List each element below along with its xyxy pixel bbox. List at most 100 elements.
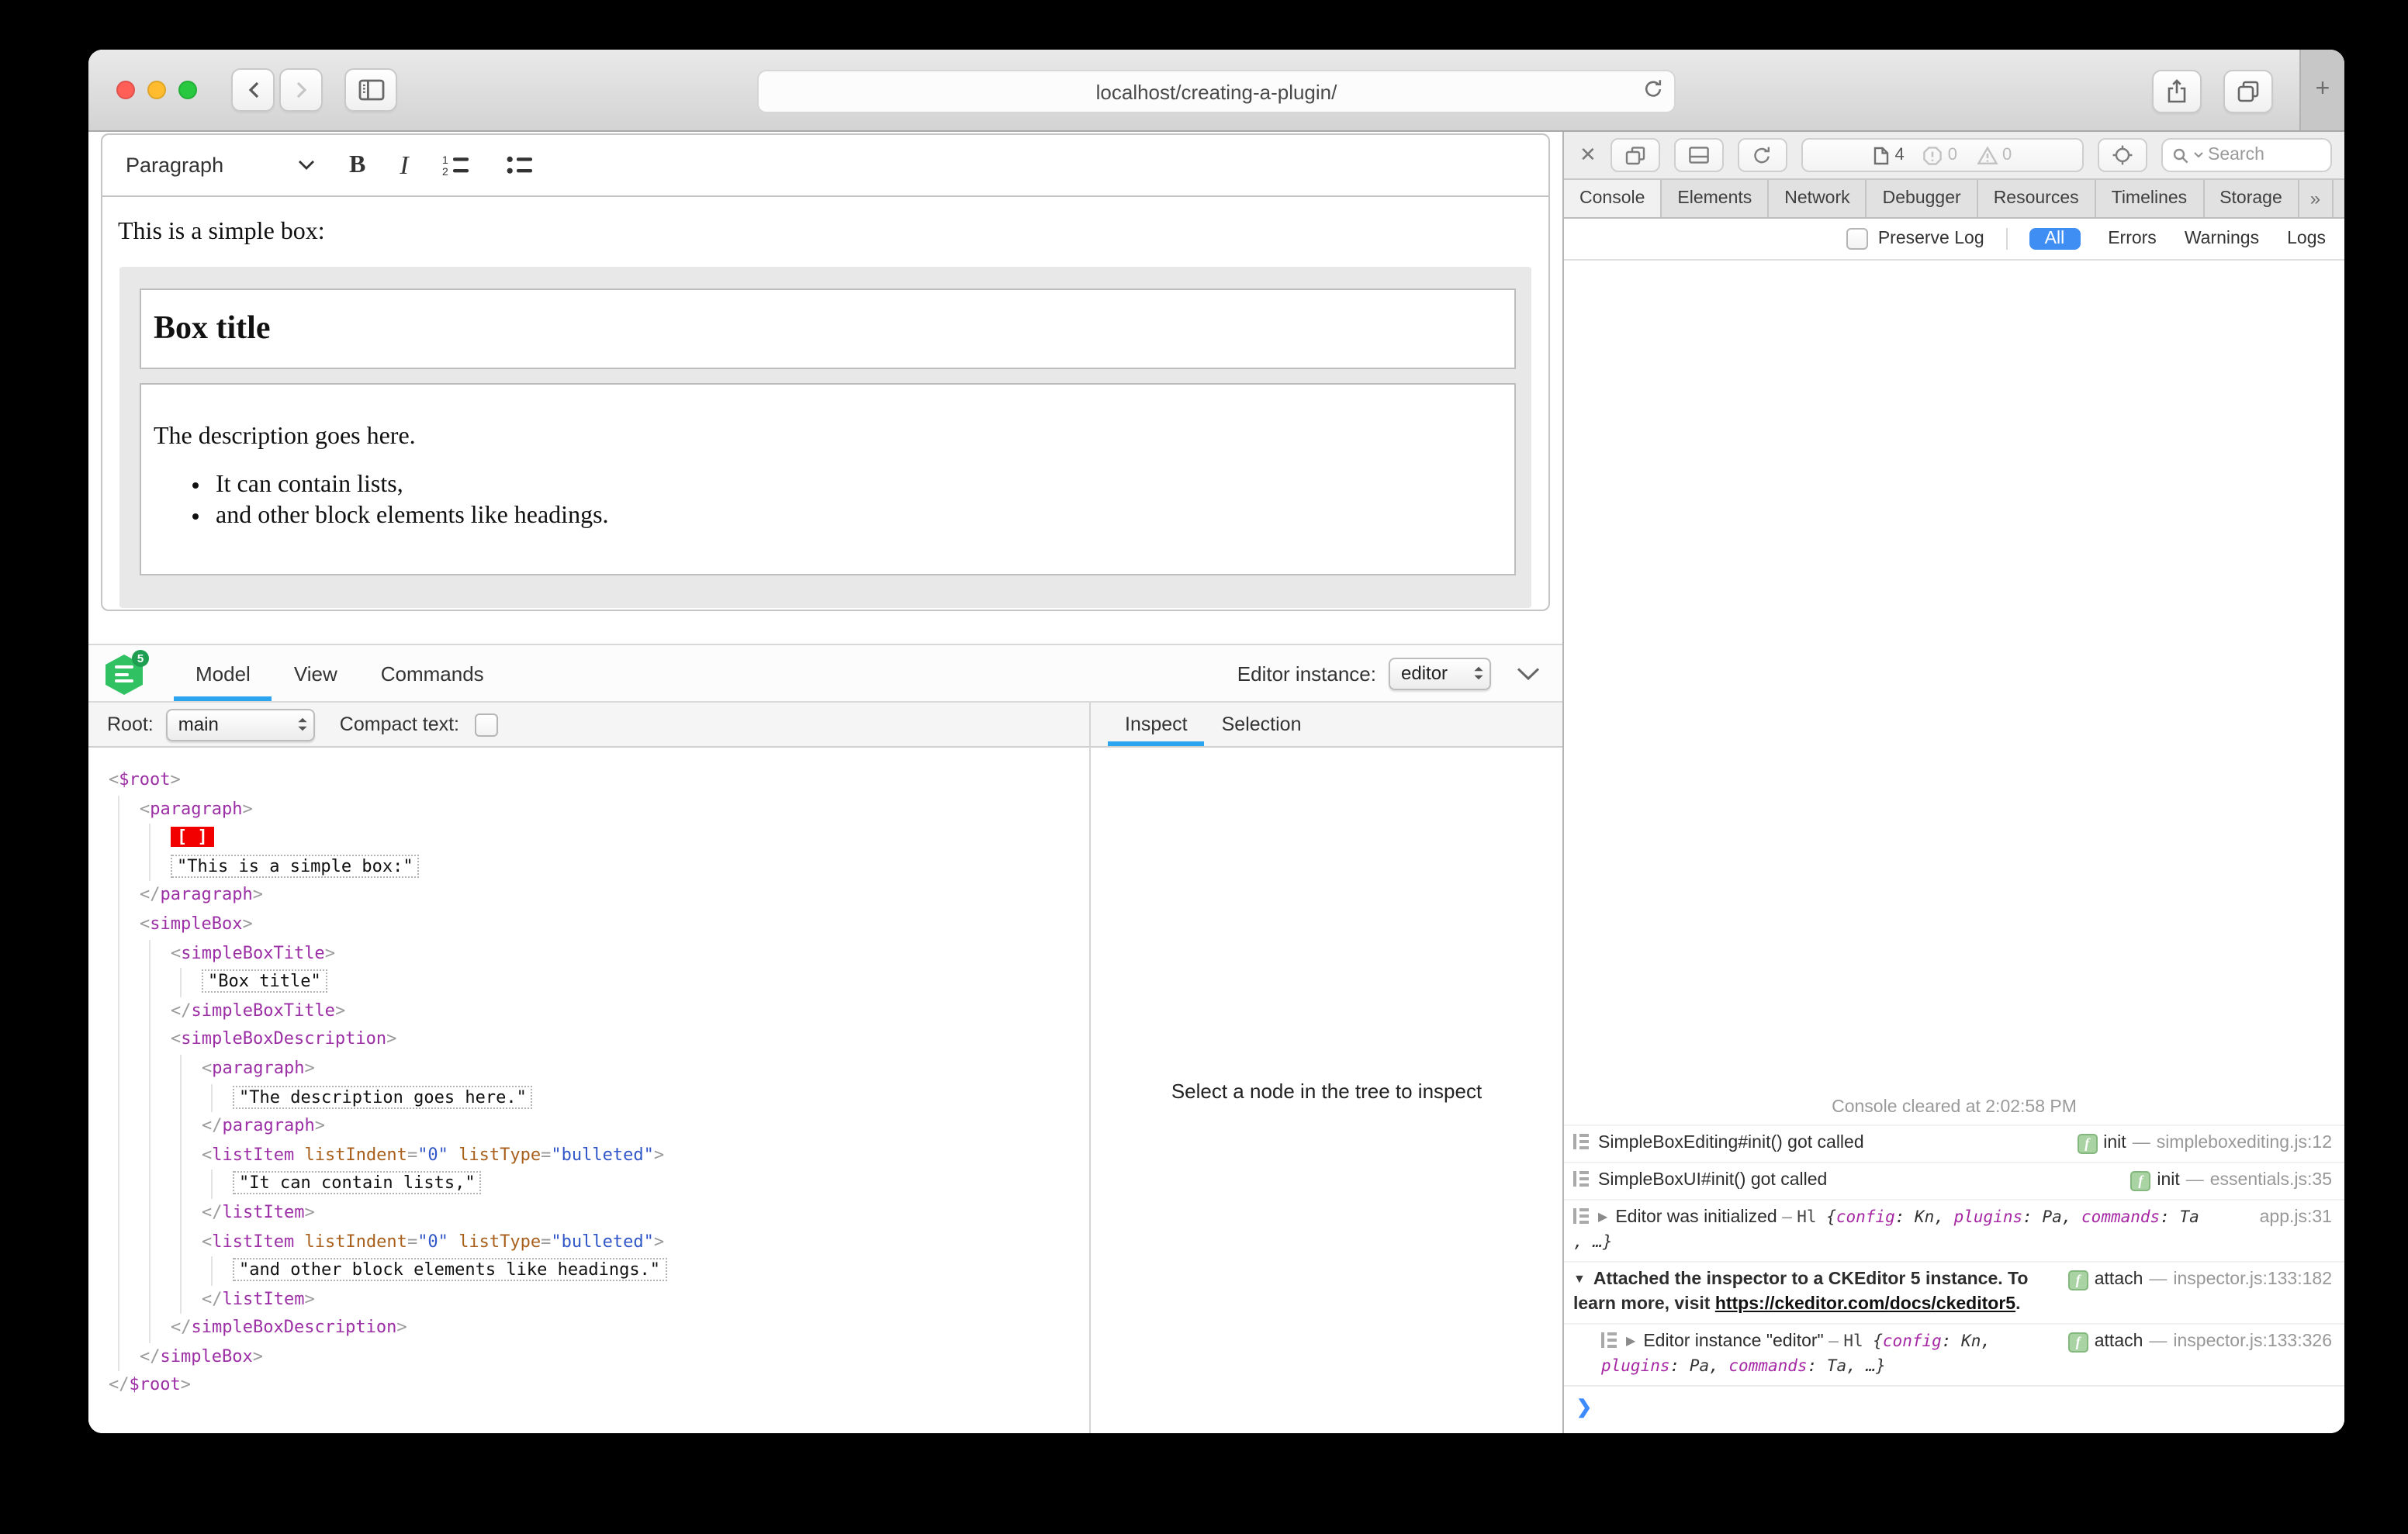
- model-tree-line[interactable]: <simpleBoxDescription>: [88, 1025, 1089, 1055]
- console-message[interactable]: f attach — inspector.js:133:326 ▶ Editor inst…: [1564, 1323, 2344, 1385]
- select-arrows-icon: [1465, 665, 1485, 681]
- simple-box-title-area[interactable]: Box title: [140, 288, 1516, 369]
- italic-icon: I: [400, 150, 409, 179]
- scope-all[interactable]: All: [2029, 228, 2081, 250]
- forward-button[interactable]: [279, 68, 323, 112]
- tab-overview-button[interactable]: [2223, 70, 2273, 113]
- model-tree-line[interactable]: <paragraph>: [88, 795, 1089, 824]
- tab-model[interactable]: Model: [174, 645, 273, 701]
- console-message[interactable]: f init — simpleboxediting.js:12 SimpleBoxEdi…: [1564, 1125, 2344, 1162]
- editor-paragraph[interactable]: This is a simple box:: [118, 219, 1548, 247]
- simple-box-widget[interactable]: Box title The description goes here. It …: [119, 267, 1531, 608]
- scope-warnings[interactable]: Warnings: [2185, 230, 2259, 248]
- source-location-link[interactable]: essentials.js:35: [2210, 1168, 2332, 1193]
- issues-summary-button[interactable]: 4 0 0: [1801, 138, 2084, 172]
- editor-content[interactable]: This is a simple box: Box title The desc…: [102, 219, 1548, 608]
- docs-link[interactable]: https://ckeditor.com/docs/ckeditor5: [1715, 1295, 2015, 1314]
- source-location-link[interactable]: app.js:31: [2260, 1205, 2332, 1230]
- bulleted-list-icon: [507, 154, 536, 177]
- inspector-search-input[interactable]: Search: [2161, 138, 2332, 172]
- numbered-list-button[interactable]: 12: [443, 154, 472, 177]
- undock-button[interactable]: [1610, 138, 1660, 172]
- minimize-window-button[interactable]: [147, 81, 166, 99]
- disclosure-triangle-icon[interactable]: ▶: [1626, 1334, 1635, 1348]
- tab-commands[interactable]: Commands: [359, 645, 506, 701]
- simple-box-description-area[interactable]: The description goes here. It can contai…: [140, 383, 1516, 575]
- reload-icon[interactable]: [1643, 78, 1663, 99]
- model-tree-line[interactable]: "Box title": [88, 968, 1089, 997]
- model-tree-line[interactable]: </simpleBoxTitle>: [88, 997, 1089, 1026]
- list-item[interactable]: and other block elements like headings.: [216, 503, 1514, 530]
- box-description-text[interactable]: The description goes here.: [154, 423, 1514, 451]
- source-location-link[interactable]: simpleboxediting.js:12: [2157, 1131, 2332, 1156]
- model-tree-line[interactable]: <listItem listIndent="0" listType="bulle…: [88, 1228, 1089, 1257]
- model-tree-line[interactable]: <paragraph>: [88, 1054, 1089, 1084]
- console-prompt[interactable]: ❯: [1564, 1385, 2344, 1433]
- model-tree-line[interactable]: <listItem listIndent="0" listType="bulle…: [88, 1141, 1089, 1170]
- model-tree-line[interactable]: </listItem>: [88, 1198, 1089, 1228]
- console-message[interactable]: f init — essentials.js:35 SimpleBoxUI#init()…: [1564, 1162, 2344, 1199]
- model-tree-line[interactable]: "It can contain lists,": [88, 1170, 1089, 1199]
- editor-instance-select[interactable]: editor: [1389, 657, 1491, 689]
- tab-inspect[interactable]: Inspect: [1108, 703, 1206, 746]
- indent-guide: [149, 1141, 171, 1170]
- tab-network[interactable]: Network: [1769, 180, 1867, 217]
- model-tree-line[interactable]: <simpleBox>: [88, 910, 1089, 940]
- source-location-link[interactable]: inspector.js:133:182: [2173, 1267, 2332, 1292]
- model-tree-line[interactable]: [ ]: [88, 824, 1089, 853]
- model-tree-line[interactable]: <$root>: [88, 766, 1089, 795]
- disclosure-triangle-icon[interactable]: ▶: [1598, 1210, 1607, 1224]
- box-title-text[interactable]: Box title: [154, 309, 1514, 347]
- back-button[interactable]: [231, 68, 275, 112]
- indent-guide: [180, 1141, 202, 1170]
- tab-selection[interactable]: Selection: [1205, 703, 1319, 746]
- indent-guide: [180, 1228, 202, 1257]
- model-tree-line[interactable]: "This is a simple box:": [88, 852, 1089, 882]
- close-window-button[interactable]: [116, 81, 135, 99]
- console-scope-bar: All Errors Warnings Logs: [2029, 228, 2326, 250]
- tab-timelines[interactable]: Timelines: [2096, 180, 2205, 217]
- heading-dropdown[interactable]: Paragraph: [126, 154, 315, 177]
- tab-debugger[interactable]: Debugger: [1867, 180, 1978, 217]
- compact-text-checkbox[interactable]: [475, 713, 499, 736]
- new-tab-button[interactable]: +: [2299, 50, 2344, 130]
- dock-to-bottom-button[interactable]: [1673, 138, 1724, 172]
- bold-button[interactable]: B: [349, 151, 365, 179]
- add-tab-icon[interactable]: +: [2333, 180, 2344, 217]
- source-location-link[interactable]: inspector.js:133:326: [2173, 1329, 2332, 1354]
- model-tree-line[interactable]: </paragraph>: [88, 1112, 1089, 1142]
- tab-console[interactable]: Console: [1564, 180, 1662, 217]
- more-tabs-icon[interactable]: »: [2299, 180, 2334, 217]
- model-tree-line[interactable]: </simpleBox>: [88, 1342, 1089, 1372]
- tab-storage[interactable]: Storage: [2204, 180, 2299, 217]
- tab-view[interactable]: View: [272, 645, 359, 701]
- element-picker-button[interactable]: [2098, 138, 2147, 172]
- bulleted-list-button[interactable]: [507, 154, 536, 177]
- address-bar[interactable]: localhost/creating-a-plugin/: [757, 70, 1676, 113]
- zoom-window-button[interactable]: [178, 81, 197, 99]
- model-tree-line[interactable]: "and other block elements like headings.…: [88, 1256, 1089, 1286]
- scope-errors[interactable]: Errors: [2108, 230, 2157, 248]
- model-tree-line[interactable]: <simpleBoxTitle>: [88, 939, 1089, 969]
- list-item[interactable]: It can contain lists,: [216, 472, 1514, 499]
- console-message[interactable]: app.js:31 ▶ Editor was initialized – Hl {c…: [1564, 1199, 2344, 1261]
- tab-elements[interactable]: Elements: [1662, 180, 1770, 217]
- console-message[interactable]: f attach — inspector.js:133:182 ▼ Attached th…: [1564, 1261, 2344, 1323]
- root-select[interactable]: main: [165, 708, 315, 741]
- model-tree-line[interactable]: </$root>: [88, 1372, 1089, 1401]
- sidebar-toggle-button[interactable]: [344, 68, 397, 112]
- reload-page-button[interactable]: [1737, 138, 1787, 172]
- tab-resources[interactable]: Resources: [1978, 180, 2096, 217]
- disclosure-triangle-icon[interactable]: ▼: [1573, 1272, 1586, 1286]
- italic-button[interactable]: I: [400, 150, 408, 181]
- collapse-inspector-icon[interactable]: [1516, 666, 1541, 680]
- share-button[interactable]: [2152, 70, 2202, 113]
- scope-logs[interactable]: Logs: [2287, 230, 2326, 248]
- console-log-icon: [1601, 1332, 1617, 1348]
- model-tree-line[interactable]: </listItem>: [88, 1285, 1089, 1315]
- model-tree-line[interactable]: </paragraph>: [88, 881, 1089, 910]
- model-tree-line[interactable]: </simpleBoxDescription>: [88, 1314, 1089, 1343]
- model-tree-line[interactable]: "The description goes here.": [88, 1083, 1089, 1113]
- close-inspector-button[interactable]: ✕: [1579, 143, 1597, 168]
- preserve-log-checkbox[interactable]: [1846, 228, 1869, 250]
